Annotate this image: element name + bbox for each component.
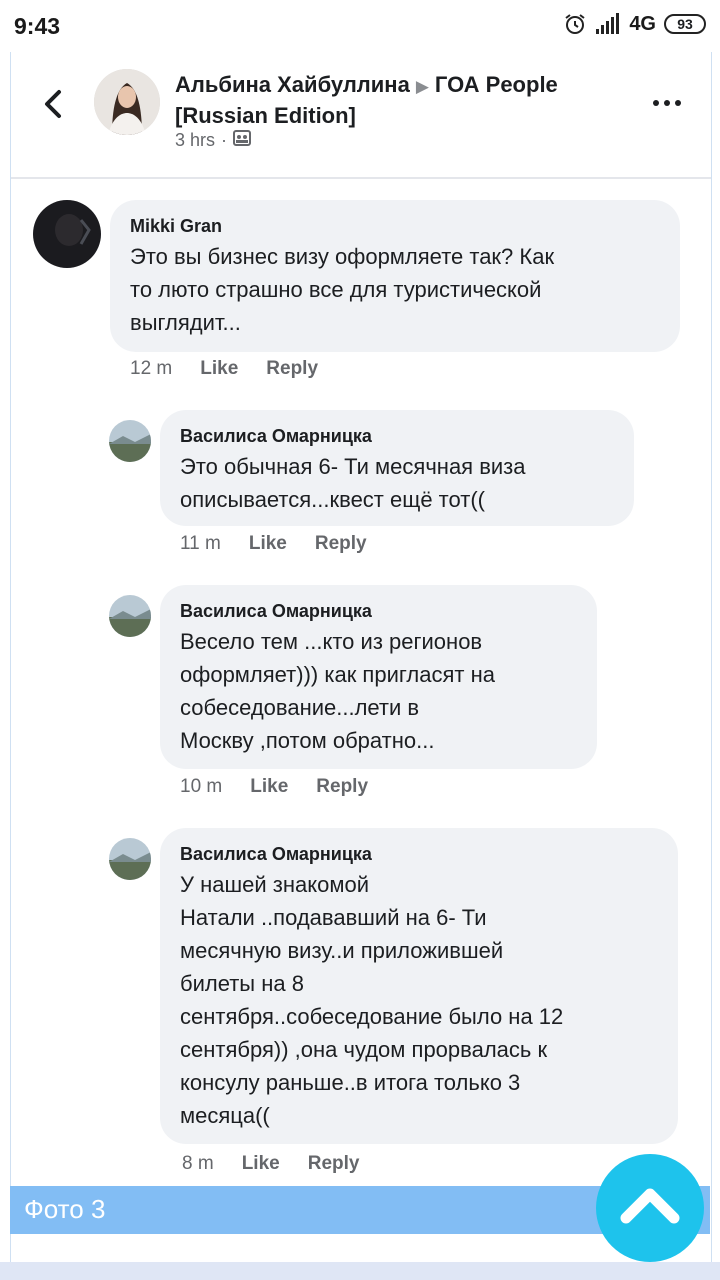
- post-author-name[interactable]: Альбина Хайбуллина: [175, 72, 410, 97]
- comment-text: У нашей знакомой Натали ..подававший на …: [180, 872, 564, 1128]
- reply-button[interactable]: Reply: [308, 1153, 360, 1175]
- like-button[interactable]: Like: [242, 1153, 280, 1175]
- post-title: Альбина Хайбуллина ▶ ГОА People [Russian E…: [175, 70, 635, 130]
- comment-actions: 11 m Like Reply: [180, 533, 367, 555]
- status-time: 9:43: [14, 13, 61, 39]
- bottom-strip: [0, 1262, 720, 1280]
- comment-time: 11 m: [180, 533, 221, 554]
- reply-button[interactable]: Reply: [316, 776, 368, 798]
- comment-bubble[interactable]: Василиса Омарницка Весело тем ...кто из …: [160, 585, 597, 769]
- signal-icon: [595, 13, 621, 35]
- comment-time: 12 m: [130, 358, 173, 379]
- group-privacy-icon: [233, 130, 252, 151]
- comment-actions: 12 m Like Reply: [130, 358, 318, 380]
- like-button[interactable]: Like: [250, 776, 288, 798]
- comment-text: Это вы бизнес визу оформляете так? Как т…: [130, 244, 555, 335]
- dot-icon: [653, 100, 659, 106]
- more-options-button[interactable]: [653, 96, 685, 110]
- comment-author[interactable]: Василиса Омарницка: [180, 599, 577, 623]
- comment-author[interactable]: Василиса Омарницка: [180, 842, 658, 866]
- status-icons: 4G 93: [563, 12, 706, 36]
- like-button[interactable]: Like: [249, 533, 287, 555]
- post-view: Альбина Хайбуллина ▶ ГОА People [Russian E…: [10, 52, 712, 1262]
- comment-avatar[interactable]: [109, 838, 151, 880]
- chevron-left-icon: [45, 90, 61, 118]
- chevron-up-icon: [620, 1188, 680, 1224]
- like-button[interactable]: Like: [200, 358, 238, 380]
- reply-button[interactable]: Reply: [315, 533, 367, 555]
- dot-icon: [664, 100, 670, 106]
- comment-bubble[interactable]: Mikki Gran Это вы бизнес визу оформляете…: [110, 200, 680, 352]
- battery-icon: 93: [664, 14, 706, 34]
- arrow-right-icon: ▶: [415, 77, 429, 96]
- post-meta: 3 hrs ·: [175, 130, 252, 151]
- comment-time: 10 m: [180, 776, 223, 797]
- scroll-top-button[interactable]: [596, 1154, 704, 1262]
- divider: [11, 177, 711, 179]
- comment-author[interactable]: Mikki Gran: [130, 214, 660, 238]
- comment-text: Весело тем ...кто из регионов оформляет)…: [180, 629, 495, 753]
- comment-actions: 8 m Like Reply: [182, 1153, 359, 1175]
- reply-button[interactable]: Reply: [266, 358, 318, 380]
- comment-time: 8 m: [182, 1153, 214, 1174]
- alarm-icon: [563, 12, 587, 36]
- comment-avatar[interactable]: [109, 420, 151, 462]
- comment-bubble[interactable]: Василиса Омарницка У нашей знакомой Ната…: [160, 828, 678, 1144]
- comment-actions: 10 m Like Reply: [180, 776, 368, 798]
- meta-separator: ·: [221, 130, 228, 150]
- comment-text: Это обычная 6- Ти месячная виза описывае…: [180, 454, 526, 512]
- back-button[interactable]: [37, 86, 67, 122]
- post-time: 3 hrs: [175, 130, 216, 150]
- post-author-avatar[interactable]: [94, 69, 160, 135]
- dot-icon: [675, 100, 681, 106]
- photo-caption: Фото 3: [24, 1194, 106, 1224]
- comment-bubble[interactable]: Василиса Омарницка Это обычная 6- Ти мес…: [160, 410, 634, 526]
- comment-author[interactable]: Василиса Омарницка: [180, 424, 614, 448]
- network-label: 4G: [629, 12, 656, 35]
- post-header: Альбина Хайбуллина ▶ ГОА People [Russian E…: [11, 52, 711, 177]
- comment-avatar[interactable]: [33, 200, 101, 268]
- comment-avatar[interactable]: [109, 595, 151, 637]
- status-bar: 9:43 4G 93: [0, 0, 720, 52]
